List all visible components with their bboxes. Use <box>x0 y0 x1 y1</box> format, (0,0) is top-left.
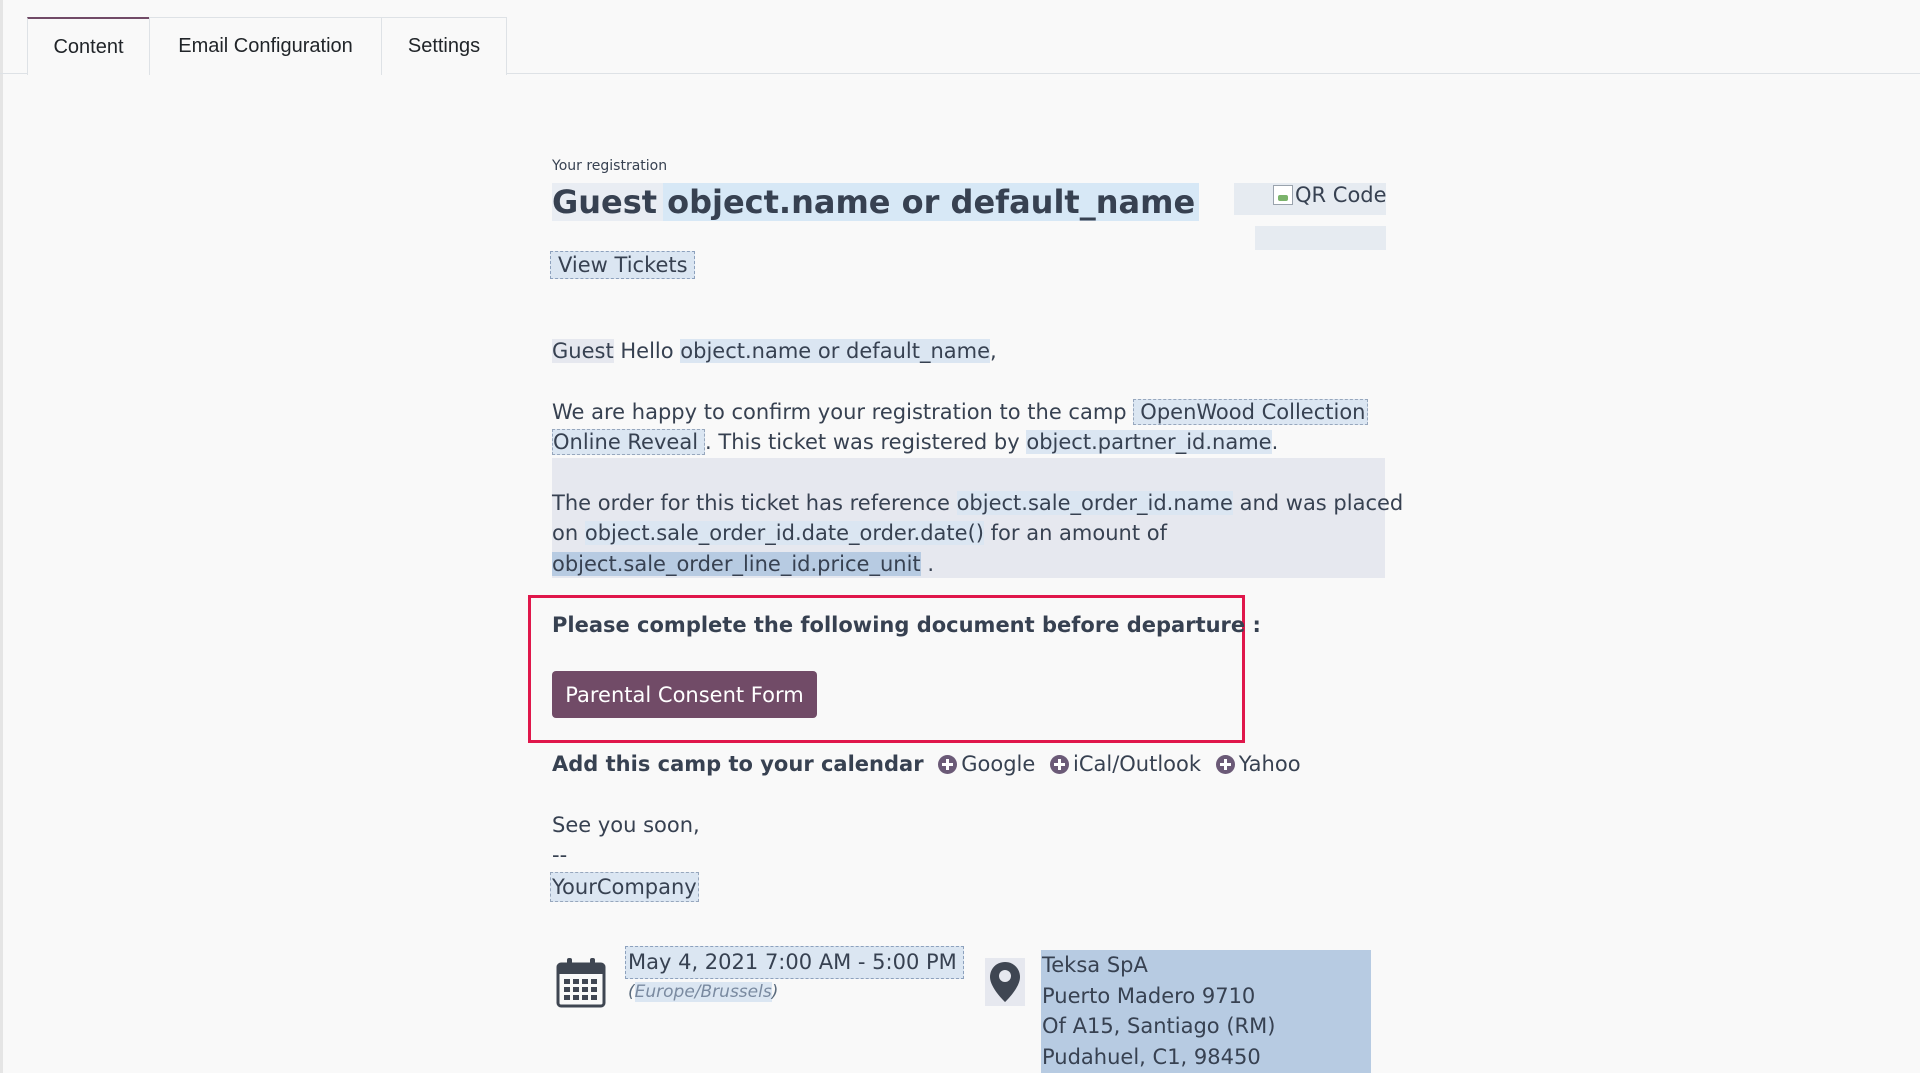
camp-name-variable: Online Reveal <box>552 429 706 455</box>
title-guest: Guest <box>552 183 664 221</box>
address-line: Puerto Madero 9710 <box>1042 983 1256 1008</box>
order-text: The order for this ticket has reference <box>552 491 957 515</box>
company-name[interactable]: YourCompany <box>550 872 699 902</box>
title-name-variable: object.name or default_name <box>663 183 1200 221</box>
tab-label: Content <box>53 35 124 58</box>
page-title[interactable]: Guest object.name or default_name <box>552 182 1200 222</box>
plus-circle-icon <box>1215 755 1235 774</box>
greeting-guest: Guest <box>552 339 614 363</box>
order-date-variable: object.sale_order_id.date_order.date() <box>584 521 984 545</box>
event-time: 7:00 AM - 5:00 PM <box>764 950 957 974</box>
document-heading: Please complete the following document b… <box>552 613 1261 637</box>
signoff-line-1: See you soon, <box>552 813 700 837</box>
qr-code-placeholder <box>1255 226 1386 250</box>
order-line-3[interactable]: object.sale_order_line_id.price_unit . <box>552 549 934 579</box>
left-border <box>0 0 3 1073</box>
confirm-period: . <box>1271 430 1279 454</box>
event-date: May 4, 2021 <box>628 950 759 974</box>
greeting-line[interactable]: Guest Hello object.name or default_name, <box>552 336 997 366</box>
order-text: on <box>552 521 585 545</box>
tab-bar: Content Email Configuration Settings <box>0 0 1920 76</box>
order-ref-variable: object.sale_order_id.name <box>956 491 1233 515</box>
qr-code-image[interactable]: QR Code <box>1273 183 1387 207</box>
google-label: Google <box>961 752 1036 776</box>
order-line-2[interactable]: on object.sale_order_id.date_order.date(… <box>552 518 1167 548</box>
plus-circle-icon <box>1050 755 1069 774</box>
qr-code-alt-text: QR Code <box>1295 183 1387 207</box>
greeting-name-variable: object.name or default_name <box>680 339 991 363</box>
registration-label: Your registration <box>552 158 668 174</box>
event-timezone: (Europe/Brussels) <box>628 982 778 1002</box>
order-text: and was placed <box>1232 491 1404 515</box>
tz-open: ( <box>628 982 635 1002</box>
tab-label: Email Configuration <box>178 35 353 57</box>
order-text: . <box>920 552 934 576</box>
partner-variable: object.partner_id.name <box>1026 430 1272 454</box>
broken-image-icon <box>1273 185 1293 205</box>
tab-settings[interactable]: Settings <box>381 17 507 75</box>
ical-label: iCal/Outlook <box>1073 752 1202 776</box>
tab-email-configuration[interactable]: Email Configuration <box>149 17 382 75</box>
parental-consent-form-button[interactable]: Parental Consent Form <box>552 671 817 718</box>
calendar-icon <box>556 958 606 1008</box>
google-calendar-link[interactable]: Google <box>930 752 1035 776</box>
confirm-line-1[interactable]: We are happy to confirm your registratio… <box>552 397 1368 427</box>
address-line: Pudahuel, C1, 98450 <box>1042 1044 1261 1069</box>
calendar-line: Add this camp to your calendar Google iC… <box>552 749 1301 779</box>
tab-content[interactable]: Content <box>27 17 150 76</box>
greeting-comma: , <box>990 339 997 363</box>
order-price-variable: object.sale_order_line_id.price_unit <box>552 552 921 576</box>
order-text: for an amount of <box>983 521 1167 545</box>
confirm-text: . This ticket was registered by <box>705 430 1027 454</box>
confirm-line-2[interactable]: Online Reveal. This ticket was registere… <box>552 427 1278 457</box>
yahoo-label: Yahoo <box>1238 752 1301 776</box>
address-line: Teksa SpA <box>1042 953 1148 977</box>
address-line: Of A15, Santiago (RM) <box>1042 1014 1276 1038</box>
greeting-hello: Hello <box>613 339 681 363</box>
tz-close: ) <box>771 982 779 1002</box>
calendar-label: Add this camp to your calendar <box>552 752 924 776</box>
signoff-dashes: -- <box>552 843 568 867</box>
event-address[interactable]: Teksa SpA Puerto Madero 9710 Of A15, San… <box>1042 950 1275 1072</box>
ical-outlook-link[interactable]: iCal/Outlook <box>1042 752 1201 776</box>
view-tickets-button[interactable]: View Tickets <box>550 251 695 279</box>
location-pin-icon <box>985 958 1025 1006</box>
timezone-value: Europe/Brussels <box>634 982 772 1002</box>
order-line-1[interactable]: The order for this ticket has reference … <box>552 488 1403 518</box>
tab-label: Settings <box>407 35 481 57</box>
event-date-time[interactable]: May 4, 2021 7:00 AM - 5:00 PM <box>625 946 964 979</box>
confirm-text: We are happy to confirm your registratio… <box>552 400 1134 424</box>
yahoo-calendar-link[interactable]: Yahoo <box>1208 752 1301 776</box>
camp-name-variable: OpenWood Collection <box>1133 399 1368 425</box>
plus-circle-icon <box>938 755 958 774</box>
